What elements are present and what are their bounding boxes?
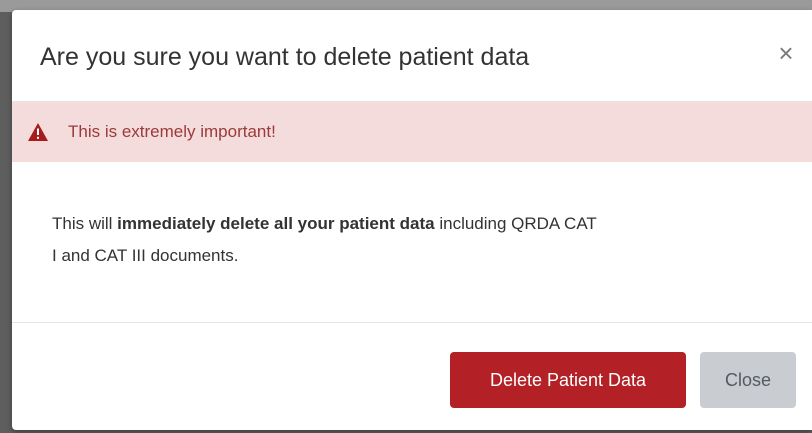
modal-body-text: This will immediately delete all your pa… [52, 208, 792, 272]
close-button[interactable]: Close [700, 352, 796, 408]
body-text-start: This will [52, 214, 118, 233]
warning-alert: This is extremely important! [12, 102, 812, 162]
footer-divider [12, 322, 812, 323]
warning-triangle-icon [28, 123, 48, 141]
close-icon[interactable]: × [775, 40, 797, 66]
alert-message: This is extremely important! [68, 122, 276, 141]
delete-patient-data-button[interactable]: Delete Patient Data [450, 352, 686, 408]
modal-header: Are you sure you want to delete patient … [12, 10, 812, 102]
modal-title: Are you sure you want to delete patient … [40, 43, 530, 71]
body-text-emphasis: immediately delete all your patient data [117, 214, 435, 233]
body-text-line2: I and CAT III documents. [52, 246, 239, 265]
delete-confirmation-modal: Are you sure you want to delete patient … [12, 10, 812, 430]
body-text-line1-end: including QRDA CAT [434, 214, 597, 233]
